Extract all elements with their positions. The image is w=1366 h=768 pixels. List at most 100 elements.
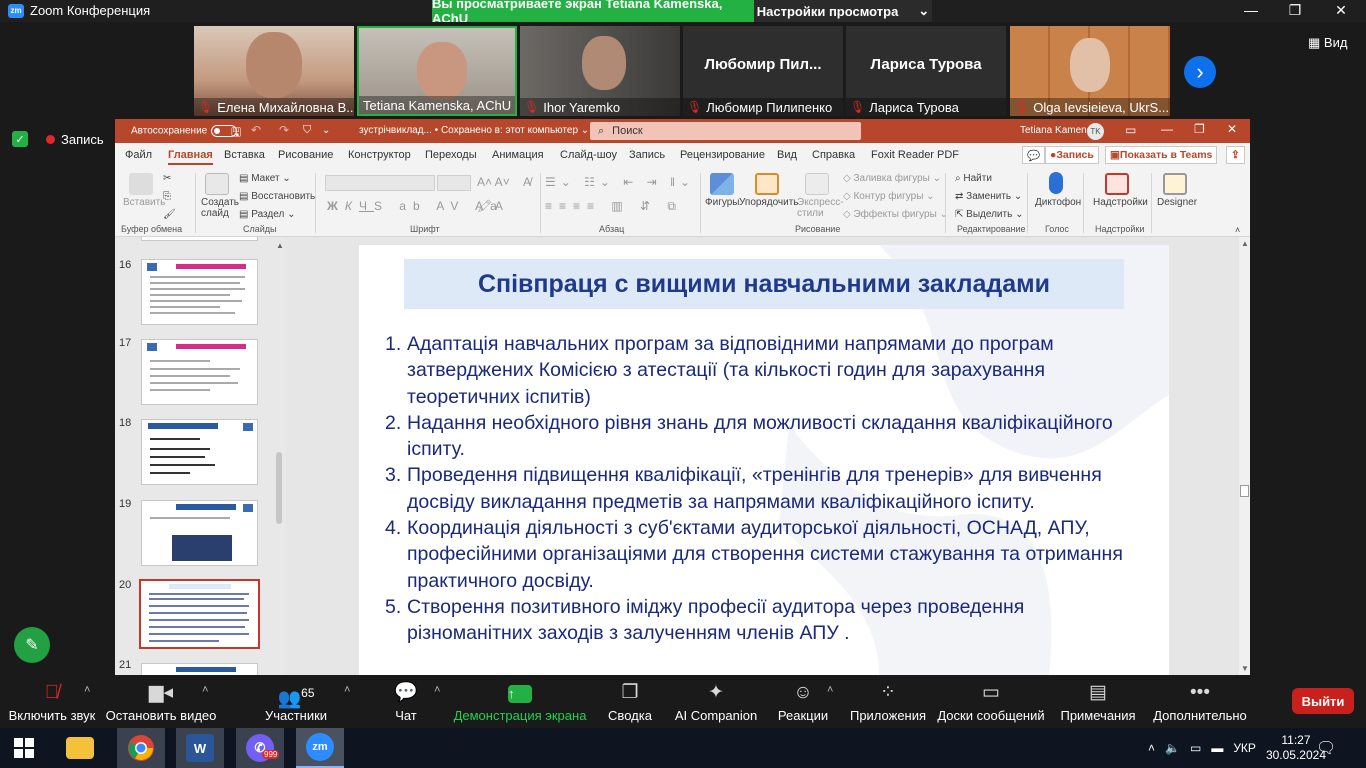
tab-view[interactable]: Вид (777, 149, 797, 161)
addins-button[interactable]: Надстройки (1093, 197, 1148, 208)
addins-icon[interactable] (1105, 173, 1129, 195)
battery-icon[interactable]: ▬ (1211, 741, 1223, 755)
participant-tile[interactable]: 🎙 Olga Ievsieieva, UkrS... (1010, 26, 1170, 116)
file-name[interactable]: зустрічвиклад... • Сохранено в: этот ком… (359, 125, 589, 136)
font-size-select[interactable] (437, 175, 471, 191)
align-buttons[interactable]: ≡≡≡≡ ▥ ⇵ ⧉ (545, 199, 683, 214)
video-button[interactable]: ▆◂ Остановить видео (106, 676, 217, 728)
view-settings-button[interactable]: Настройки просмотра ⌄ (754, 0, 932, 22)
minimize-icon[interactable]: — (1236, 2, 1266, 18)
copy-icon[interactable]: ⎘ (163, 191, 171, 202)
participant-tile[interactable]: Любомир Пил... 🎙 Любомир Пилипенко (683, 26, 843, 116)
file-explorer-icon[interactable] (56, 728, 104, 768)
minimize-icon[interactable]: — (1161, 122, 1173, 136)
word-icon[interactable]: W (176, 728, 224, 768)
redo-icon[interactable]: ↷ (279, 123, 289, 137)
tab-help[interactable]: Справка (812, 149, 855, 161)
annotate-pen-icon[interactable]: ✎ (14, 627, 50, 663)
record-button[interactable]: ● Запись (1045, 146, 1099, 164)
tab-draw[interactable]: Рисование (278, 149, 333, 161)
chevron-up-icon[interactable]: ˄ (84, 684, 90, 696)
slide-body-list[interactable]: 1. Адаптація навчальних програм за відпов… (385, 331, 1155, 647)
tab-transitions[interactable]: Переходы (425, 149, 477, 161)
more-button[interactable]: ••• Дополнительно (1153, 676, 1247, 728)
slide-thumbnail[interactable] (141, 500, 258, 566)
qat-more-icon[interactable]: ⌄ (322, 125, 330, 136)
tab-design[interactable]: Конструктор (348, 149, 411, 161)
zoom-taskbar-icon[interactable]: zm (296, 728, 344, 768)
slide-thumbnail[interactable] (141, 237, 258, 241)
quick-styles-button[interactable]: Экспресс-стили (797, 197, 844, 219)
notifications-icon[interactable]: 🗨 (1316, 738, 1336, 758)
share-icon[interactable]: ⇪ (1226, 146, 1245, 164)
paste-icon[interactable] (129, 173, 153, 195)
font-family-select[interactable] (325, 175, 435, 191)
find-button[interactable]: ⌕ Найти (955, 173, 992, 184)
network-icon[interactable]: ▭ (1190, 741, 1201, 755)
autosave-toggle[interactable]: Автосохранение (131, 125, 238, 137)
font-size-up-icon[interactable]: A˄ A˅ (477, 175, 510, 189)
participants-button[interactable]: 👥65 Участники (262, 676, 330, 728)
arrange-icon[interactable] (755, 173, 779, 195)
tab-review[interactable]: Рецензирование (680, 149, 765, 161)
highlight-icon[interactable]: 🖍 A (477, 199, 503, 213)
close-icon[interactable]: ✕ (1326, 2, 1356, 19)
apps-button[interactable]: ⁘ Приложения (850, 676, 926, 728)
list-buttons[interactable]: ☰⌄ ☷⌄ ⇤ ⇥ ‖⌄ (545, 175, 695, 189)
reset-button[interactable]: ▤ Восстановить (239, 191, 315, 202)
close-icon[interactable]: ✕ (1227, 122, 1237, 136)
chrome-icon[interactable] (117, 728, 165, 768)
shape-outline-button[interactable]: ◇ Контур фигуры ⌄ (843, 191, 935, 202)
collapse-ribbon-icon[interactable]: ˄ (1235, 225, 1240, 235)
slide-thumbnail[interactable] (141, 339, 258, 405)
replace-button[interactable]: ⇄ Заменить ⌄ (955, 191, 1022, 202)
avatar[interactable]: TK (1087, 123, 1104, 140)
view-button[interactable]: ▦ Вид (1308, 35, 1347, 51)
search-box[interactable]: ⌕ Поиск (590, 122, 861, 140)
designer-button[interactable]: Designer (1157, 197, 1197, 208)
cut-icon[interactable]: ✂ (163, 173, 171, 184)
shield-icon[interactable]: ✓ (12, 131, 28, 147)
slide-thumbnail[interactable] (141, 259, 258, 325)
restore-icon[interactable]: ❐ (1194, 122, 1205, 136)
participant-tile[interactable]: 🎙 Ihor Yaremko (520, 26, 680, 116)
shape-effects-button[interactable]: ◇ Эффекты фигуры ⌄ (843, 209, 948, 220)
shape-fill-button[interactable]: ◇ Заливка фигуры ⌄ (843, 173, 941, 184)
chevron-up-icon[interactable]: ˄ (434, 684, 440, 696)
slideshow-icon[interactable]: ⛉ (303, 124, 311, 137)
thumbnail-scrollbar[interactable]: ▲ (272, 237, 286, 675)
participant-tile[interactable]: Лариса Турова 🎙 Лариса Турова (846, 26, 1006, 116)
ribbon-display-icon[interactable]: ▭ (1125, 123, 1136, 137)
arrange-button[interactable]: Упорядочить (739, 197, 799, 208)
speaker-icon[interactable]: 🔈 (1165, 741, 1180, 755)
reactions-button[interactable]: ☺ Реакции (778, 676, 828, 728)
shapes-button[interactable]: Фигуры (705, 197, 739, 208)
participant-tile[interactable]: 🎙 Елена Михайловна В... (194, 26, 354, 116)
tab-slideshow[interactable]: Слайд-шоу (560, 149, 617, 161)
tab-insert[interactable]: Вставка (224, 149, 265, 161)
slide[interactable]: Співпраця с вищими навчальними закладами… (359, 245, 1169, 675)
next-page-arrow-icon[interactable]: › (1184, 56, 1216, 88)
notes-button[interactable]: ▤ Примечания (1060, 676, 1136, 728)
tab-file[interactable]: Файл (125, 149, 152, 161)
tab-home[interactable]: Главная (168, 149, 213, 165)
quick-styles-icon[interactable] (805, 173, 829, 195)
slide-thumbnail-selected[interactable] (139, 579, 260, 649)
chevron-up-icon[interactable]: ˄ (344, 684, 350, 696)
whiteboards-button[interactable]: ▭ Доски сообщений (937, 676, 1044, 728)
new-slide-button[interactable]: Создать слайд (201, 197, 241, 219)
unmute-button[interactable]: 🎙̸ Включить звук (8, 676, 96, 728)
slide-thumbnail[interactable] (141, 663, 258, 675)
layout-button[interactable]: ▤ Макет ⌄ (239, 173, 291, 184)
chevron-up-icon[interactable]: ˄ (1148, 741, 1155, 755)
designer-icon[interactable] (1163, 173, 1187, 195)
select-button[interactable]: ⇱ Выделить ⌄ (955, 209, 1023, 220)
share-screen-button[interactable]: ↑ Демонстрация экрана (454, 676, 586, 728)
section-button[interactable]: ▤ Раздел ⌄ (239, 209, 295, 220)
undo-icon[interactable]: ↶ (251, 123, 261, 137)
participant-tile[interactable]: Tetiana Kamenska, AChU (357, 26, 517, 116)
tab-animations[interactable]: Анимация (492, 149, 544, 161)
save-icon[interactable]: 🖫 (231, 123, 241, 144)
windows-start-icon[interactable] (0, 728, 48, 768)
leave-button[interactable]: Выйти (1292, 688, 1354, 714)
